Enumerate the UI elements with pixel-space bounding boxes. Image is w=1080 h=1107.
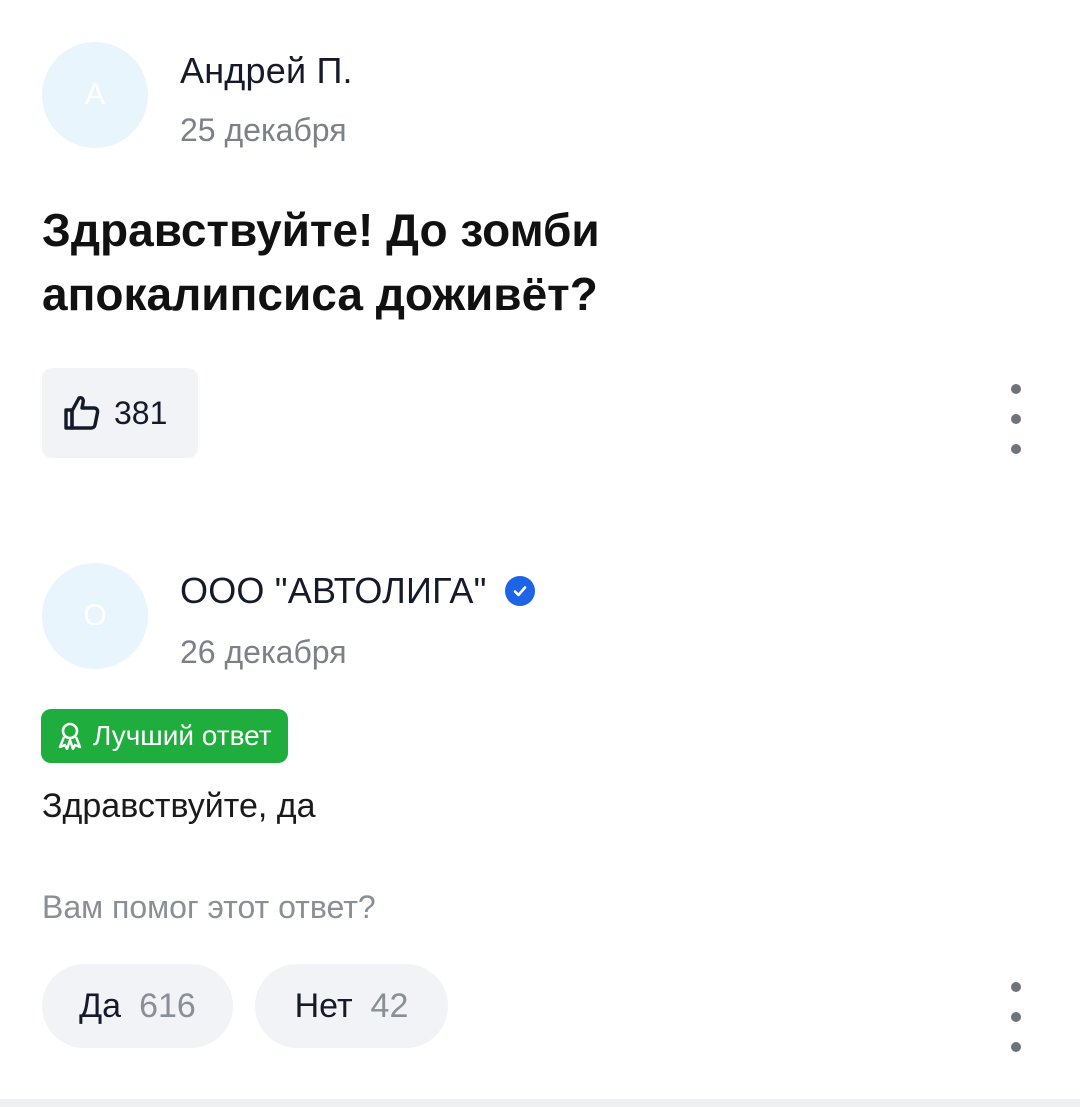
vote-yes-label: Да xyxy=(79,986,122,1025)
answer-more-options[interactable] xyxy=(1001,982,1031,1052)
question-date: 25 декабря xyxy=(180,112,347,148)
question-text: Здравствуйте! До зомби апокалипсиса дожи… xyxy=(42,204,600,320)
answer-author-row: ООО "АВТОЛИГА" xyxy=(180,570,535,612)
avatar-letter: А xyxy=(84,78,105,111)
avatar-avtoliga[interactable]: О xyxy=(42,563,148,669)
vote-no-label: Нет xyxy=(294,986,353,1025)
award-icon xyxy=(57,722,83,750)
question-more-options[interactable] xyxy=(1001,384,1031,454)
answer-author-name[interactable]: ООО "АВТОЛИГА" xyxy=(180,570,487,612)
thumbs-up-icon xyxy=(62,393,102,433)
more-vertical-icon xyxy=(1011,384,1021,394)
vote-no-count: 42 xyxy=(370,986,409,1025)
best-answer-label: Лучший ответ xyxy=(93,720,272,751)
verified-check-icon xyxy=(504,576,535,606)
vote-no-button[interactable]: Нет 42 xyxy=(255,964,448,1048)
more-vertical-icon xyxy=(1011,982,1021,992)
section-divider xyxy=(0,1099,1080,1107)
answer-date: 26 декабря xyxy=(180,634,347,670)
best-answer-badge: Лучший ответ xyxy=(41,709,288,763)
avatar-letter: О xyxy=(83,599,107,632)
vote-yes-count: 616 xyxy=(139,986,196,1025)
question-author-name[interactable]: Андрей П. xyxy=(180,50,353,92)
avatar-andrey[interactable]: А xyxy=(42,42,148,148)
answer-text: Здравствуйте, да xyxy=(42,787,316,825)
like-count: 381 xyxy=(114,394,168,431)
like-button[interactable]: 381 xyxy=(42,368,198,458)
helpful-prompt: Вам помог этот ответ? xyxy=(42,889,376,925)
vote-yes-button[interactable]: Да 616 xyxy=(42,964,233,1048)
